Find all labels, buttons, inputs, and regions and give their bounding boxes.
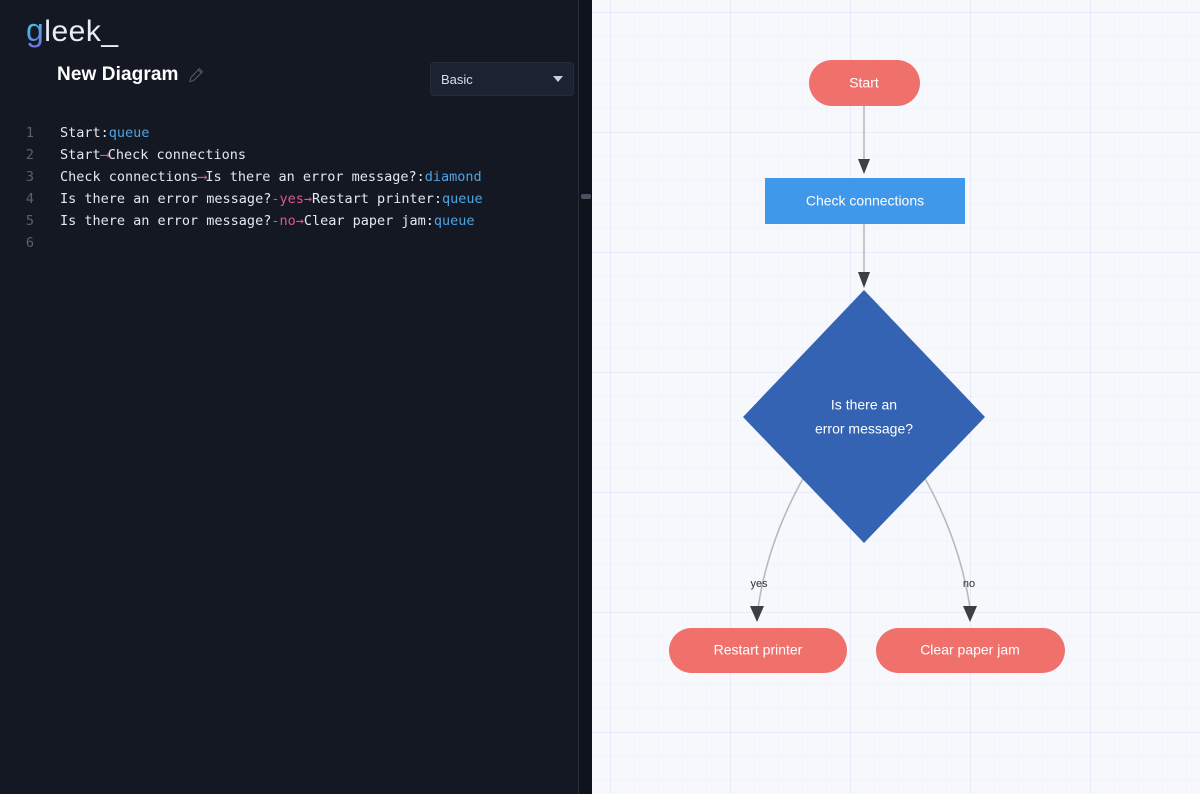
code-token: → — [295, 213, 304, 229]
code-token: → — [303, 191, 312, 207]
code-token: queue — [442, 191, 483, 207]
code-line[interactable]: Start⟶Check connections — [60, 144, 592, 166]
pencil-icon[interactable] — [188, 67, 204, 83]
panel-splitter[interactable] — [578, 0, 592, 794]
edge-label-yes: yes — [750, 578, 768, 590]
code-token: Is there an error message?: — [205, 169, 425, 185]
code-line[interactable]: Is there an error message?-no→Clear pape… — [60, 210, 592, 232]
code-line[interactable] — [60, 232, 592, 254]
node-decision-label-line1: Is there an — [831, 397, 897, 413]
page-title: New Diagram — [57, 64, 179, 85]
code-token: queue — [108, 125, 150, 141]
code-token: Start: — [60, 125, 109, 141]
node-clear-paper-jam-label: Clear paper jam — [920, 642, 1020, 658]
diagram-title-row: New Diagram — [57, 64, 204, 86]
node-decision[interactable]: Is there an error message? — [743, 290, 985, 543]
code-editor[interactable]: 123456 Start:queue Start⟶Check connection… — [0, 122, 592, 794]
resize-handle-icon[interactable] — [581, 194, 591, 199]
node-check-connections[interactable]: Check connections — [765, 178, 965, 224]
code-token: Start — [60, 147, 101, 163]
line-number: 3 — [25, 169, 34, 185]
code-token: Is there an error message? — [60, 191, 272, 207]
edge-check-to-decision — [858, 224, 870, 288]
edge-decision-no: no — [922, 474, 977, 622]
logo-wordmark: leek_ — [44, 15, 119, 48]
code-line[interactable]: Check connections⟶Is there an error mess… — [60, 166, 592, 188]
node-start-label: Start — [849, 75, 879, 91]
code-token: queue — [433, 213, 475, 229]
code-token: Check connections — [60, 169, 199, 185]
gleek-app: g leek_ New Diagram Basic 123456 Start:qu… — [0, 0, 1200, 794]
node-clear-paper-jam[interactable]: Clear paper jam — [876, 628, 1065, 673]
code-token: -no — [271, 213, 296, 229]
line-number: 4 — [25, 191, 34, 207]
code-token: Clear paper jam: — [303, 213, 434, 229]
code-token: -yes — [271, 191, 304, 207]
line-number: 5 — [25, 213, 34, 229]
diagram-canvas[interactable]: yes no Start Check connections Is there … — [592, 0, 1200, 794]
code-content[interactable]: Start:queue Start⟶Check connections Check … — [44, 122, 592, 794]
node-decision-label-line2: error message? — [815, 421, 913, 437]
code-token: Restart printer: — [311, 191, 443, 207]
code-token: diamond — [424, 169, 482, 185]
edge-start-to-check — [858, 106, 870, 174]
edge-label-no: no — [963, 578, 975, 590]
line-number: 1 — [25, 125, 34, 141]
line-number-gutter: 1 2 3 4 5 6 — [0, 122, 44, 794]
logo-g-glyph: g — [26, 12, 45, 48]
node-restart-printer-label: Restart printer — [714, 642, 803, 658]
code-token: ⟶ — [100, 147, 109, 163]
node-start[interactable]: Start — [809, 60, 920, 106]
line-number: 6 — [25, 235, 34, 251]
diagram-style-select[interactable]: Basic — [430, 62, 574, 96]
editor-panel: g leek_ New Diagram Basic 123456 Start:qu… — [0, 0, 592, 794]
chevron-down-icon — [553, 76, 563, 82]
code-line[interactable]: Is there an error message?-yes→Restart p… — [60, 188, 592, 210]
flowchart-svg[interactable]: yes no Start Check connections Is there … — [592, 0, 1200, 794]
diagram-style-value: Basic — [441, 71, 473, 87]
code-token: Check connections — [107, 147, 246, 163]
node-restart-printer[interactable]: Restart printer — [669, 628, 847, 673]
code-line[interactable]: Start:queue — [60, 122, 592, 144]
code-token: Is there an error message? — [60, 213, 272, 229]
node-check-connections-label: Check connections — [806, 193, 924, 209]
gleek-logo[interactable]: g leek_ — [26, 12, 119, 49]
line-number: 2 — [25, 147, 34, 163]
edge-decision-yes: yes — [750, 474, 806, 622]
